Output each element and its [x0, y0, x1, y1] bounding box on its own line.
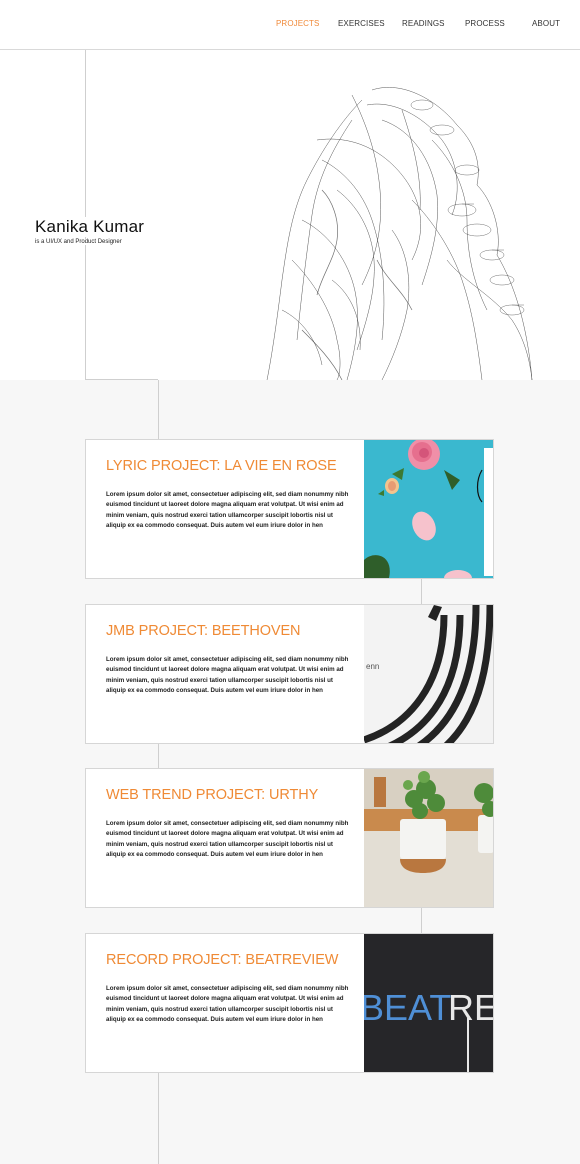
- projects-timeline: LYRIC PROJECT: LA VIE EN ROSE Lorem ipsu…: [0, 380, 580, 1164]
- project-card-record[interactable]: RECORD PROJECT: BEATREVIEW Lorem ipsum d…: [85, 933, 494, 1073]
- project-image-beethoven[interactable]: enn: [364, 605, 493, 743]
- project-description: Lorem ipsum dolor sit amet, consectetuer…: [106, 985, 349, 1024]
- project-card-jmb[interactable]: JMB PROJECT: BEETHOVEN Lorem ipsum dolor…: [85, 604, 494, 744]
- timeline-line: [158, 380, 159, 439]
- timeline-line: [158, 1073, 159, 1164]
- project-image-planters[interactable]: [364, 769, 493, 907]
- timeline-line: [158, 744, 159, 768]
- image-text-re: RE: [448, 987, 493, 1028]
- nav-readings[interactable]: READINGS: [402, 19, 445, 28]
- project-description: Lorem ipsum dolor sit amet, consectetuer…: [106, 656, 349, 695]
- project-title[interactable]: LYRIC PROJECT: LA VIE EN ROSE: [106, 458, 337, 474]
- designer-name: Kanika Kumar: [35, 217, 151, 237]
- nav-exercises[interactable]: EXERCISES: [338, 19, 385, 28]
- image-text: enn: [366, 662, 379, 671]
- project-image-roses[interactable]: [364, 440, 493, 578]
- designer-subtitle: is a UI/UX and Product Designer: [35, 239, 126, 245]
- hero-section: Kanika Kumar is a UI/UX and Product Desi…: [0, 50, 580, 380]
- image-text-beat: BEAT: [364, 987, 451, 1028]
- project-image-beatreview[interactable]: BEAT RE: [364, 934, 493, 1072]
- project-title[interactable]: JMB PROJECT: BEETHOVEN: [106, 623, 300, 639]
- project-card-web-trend[interactable]: WEB TREND PROJECT: URTHY Lorem ipsum dol…: [85, 768, 494, 908]
- wireframe-portrait-illustration: [266, 87, 533, 380]
- project-description: Lorem ipsum dolor sit amet, consectetuer…: [106, 491, 349, 530]
- timeline-line: [421, 908, 422, 933]
- project-description: Lorem ipsum dolor sit amet, consectetuer…: [106, 820, 349, 859]
- timeline-line: [85, 50, 86, 380]
- nav-projects[interactable]: PROJECTS: [276, 19, 319, 28]
- nav-about[interactable]: ABOUT: [532, 19, 560, 28]
- project-title[interactable]: WEB TREND PROJECT: URTHY: [106, 787, 318, 803]
- project-title[interactable]: RECORD PROJECT: BEATREVIEW: [106, 952, 338, 968]
- project-card-lyric[interactable]: LYRIC PROJECT: LA VIE EN ROSE Lorem ipsu…: [85, 439, 494, 579]
- top-nav: PROJECTS EXERCISES READINGS PROCESS ABOU…: [0, 0, 580, 50]
- nav-process[interactable]: PROCESS: [465, 19, 505, 28]
- timeline-line: [421, 579, 422, 604]
